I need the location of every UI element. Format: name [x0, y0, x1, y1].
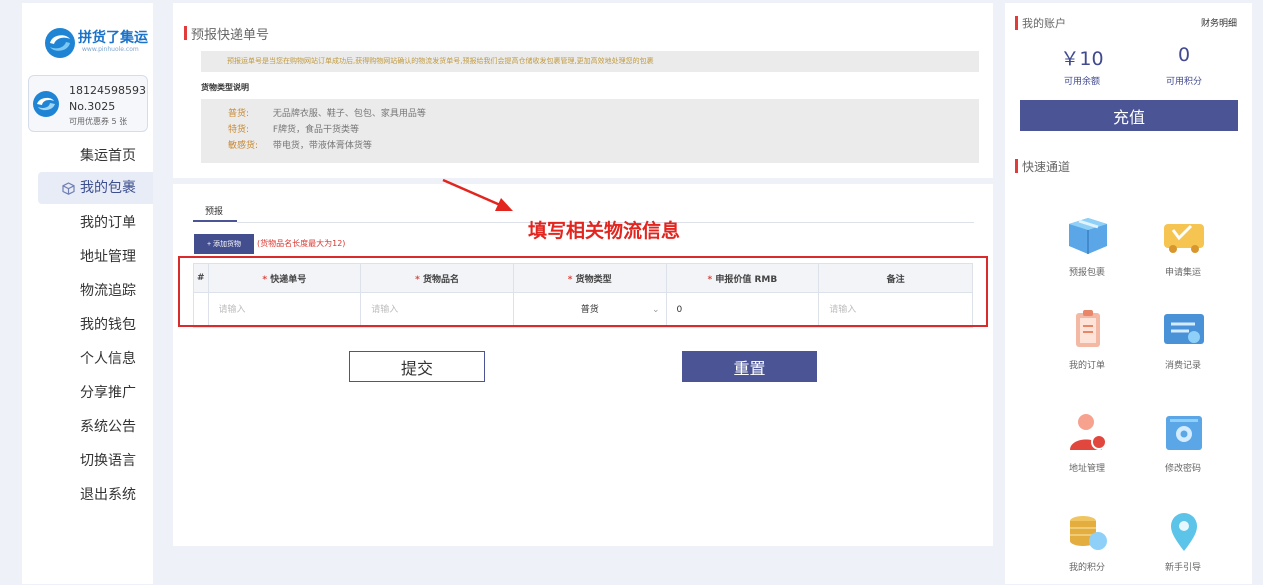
balance-amount: ￥10: [1060, 48, 1104, 70]
page-title: 预报快递单号: [191, 28, 270, 43]
quick-item-label: 修改密码: [1164, 464, 1201, 474]
coupon-count: 可用优惠券 5 张: [69, 117, 128, 126]
tab-active-indicator: [193, 220, 237, 222]
cargo-type-box: 普货: 无品牌衣服、鞋子、包包、家具用品等 特货: F牌货，食品干货类等 敏感货…: [201, 99, 979, 163]
quick-item-label: 预报包裹: [1068, 268, 1105, 278]
quick-my-points[interactable]: 我的积分: [1047, 511, 1127, 585]
cargo-type-name: 敏感货:: [228, 141, 259, 151]
cargo-type-desc: F牌货，食品干货类等: [272, 125, 360, 135]
sidebar-item-logout[interactable]: 退出系统: [22, 479, 153, 511]
cube-icon: [62, 181, 75, 195]
sidebar-item-language[interactable]: 切换语言: [22, 445, 153, 477]
quick-forecast-package[interactable]: 预报包裹: [1047, 216, 1127, 290]
clipboard-icon: [1076, 310, 1100, 347]
quick-change-password[interactable]: 修改密码: [1143, 412, 1223, 486]
password-gear-icon: [1166, 416, 1202, 450]
cargo-type-row: 敏感货: 带电货，带液体膏体货等: [228, 138, 979, 154]
quick-item-label: 地址管理: [1068, 464, 1105, 474]
user-card[interactable]: 18124598593 No.3025 可用优惠券 5 张: [28, 75, 148, 132]
balance-label: 可用余额: [1063, 77, 1100, 87]
recharge-button[interactable]: 充值: [1020, 100, 1238, 131]
reset-button[interactable]: 重置: [682, 351, 817, 382]
finance-details-link[interactable]: 财务明细: [1201, 16, 1237, 29]
quick-item-label: 申请集运: [1164, 268, 1201, 278]
highlight-frame: [178, 256, 988, 327]
quick-item-label: 新手引导: [1164, 563, 1201, 573]
notice-banner: 预报运单号是当您在购物网站订单成功后,获得购物网站确认的物流发货单号,预报给我们…: [201, 51, 979, 72]
package-box-icon: [1069, 218, 1107, 254]
sidebar-item-announcements[interactable]: 系统公告: [22, 411, 153, 443]
section-marker: [1015, 159, 1018, 173]
logo-swirl-icon: [45, 28, 75, 58]
sidebar-item-label: 我的包裹: [80, 180, 136, 196]
sidebar-item-home[interactable]: 集运首页: [22, 140, 153, 172]
user-phone: 18124598593: [69, 84, 146, 97]
user-number: No.3025: [69, 100, 116, 113]
cargo-type-desc: 带电货，带液体膏体货等: [272, 141, 372, 151]
annotation-arrow-icon: [442, 178, 513, 211]
cargo-type-desc: 无品牌衣服、鞋子、包包、家具用品等: [272, 109, 426, 119]
user-address-icon: [1070, 414, 1107, 450]
avatar: [33, 91, 59, 117]
quick-item-label: 我的订单: [1068, 361, 1105, 371]
quick-my-orders[interactable]: 我的订单: [1047, 309, 1127, 383]
sidebar-item-address[interactable]: 地址管理: [22, 241, 153, 273]
section-marker: [184, 26, 187, 40]
quick-consumption-records[interactable]: 消费记录: [1143, 309, 1223, 383]
section-marker: [1015, 16, 1018, 30]
account-title: 我的账户: [1022, 17, 1066, 30]
tab-forecast[interactable]: 预报: [205, 204, 223, 217]
quick-beginner-guide[interactable]: 新手引导: [1143, 511, 1223, 585]
add-goods-hint: (货物品名长度最大为12): [257, 239, 346, 248]
annotation-text: 填写相关物流信息: [528, 220, 681, 242]
sidebar: 拼货了集运 www.pinhuole.com 18124598593 No.30…: [22, 3, 153, 584]
forecast-form-panel: 预报 填写相关物流信息 + 添加货物 (货物品名长度最大为12) # * 快递单…: [173, 178, 993, 546]
delivery-truck-icon: [1164, 224, 1204, 253]
points-label: 可用积分: [1165, 77, 1202, 87]
account-panel: 我的账户 财务明细 ￥10 可用余额 0 可用积分 充值 快速通道 预报包裹 申…: [1005, 3, 1252, 584]
sidebar-item-tracking[interactable]: 物流追踪: [22, 275, 153, 307]
forecast-info-panel: 预报快递单号 预报运单号是当您在购物网站订单成功后,获得购物网站确认的物流发货单…: [173, 3, 993, 178]
cargo-type-name: 特货:: [228, 125, 250, 135]
cargo-type-name: 普货:: [228, 109, 250, 119]
submit-button[interactable]: 提交: [349, 351, 485, 382]
points-amount: 0: [1177, 44, 1191, 66]
sidebar-item-profile[interactable]: 个人信息: [22, 343, 153, 375]
logo-url: www.pinhuole.com: [82, 46, 139, 53]
add-goods-button[interactable]: + 添加货物: [194, 234, 254, 254]
location-pin-icon: [1171, 513, 1197, 551]
sidebar-item-my-packages[interactable]: 我的包裹: [38, 172, 153, 204]
quick-apply-shipping[interactable]: 申请集运: [1143, 216, 1223, 290]
sidebar-item-wallet[interactable]: 我的钱包: [22, 309, 153, 341]
logo-title: 拼货了集运: [78, 30, 148, 46]
quick-address-management[interactable]: 地址管理: [1047, 412, 1127, 486]
sidebar-item-my-orders[interactable]: 我的订单: [22, 207, 153, 239]
quick-access-title: 快速通道: [1022, 160, 1071, 174]
coins-stack-icon: [1070, 516, 1107, 550]
cargo-type-row: 普货: 无品牌衣服、鞋子、包包、家具用品等: [228, 106, 979, 122]
cargo-type-row: 特货: F牌货，食品干货类等: [228, 122, 979, 138]
brand-logo[interactable]: 拼货了集运 www.pinhuole.com: [42, 25, 150, 59]
monitor-record-icon: [1164, 314, 1204, 344]
cargo-type-caption: 货物类型说明: [201, 83, 249, 92]
quick-item-label: 我的积分: [1068, 563, 1105, 573]
sidebar-item-share[interactable]: 分享推广: [22, 377, 153, 409]
quick-item-label: 消费记录: [1164, 361, 1201, 371]
